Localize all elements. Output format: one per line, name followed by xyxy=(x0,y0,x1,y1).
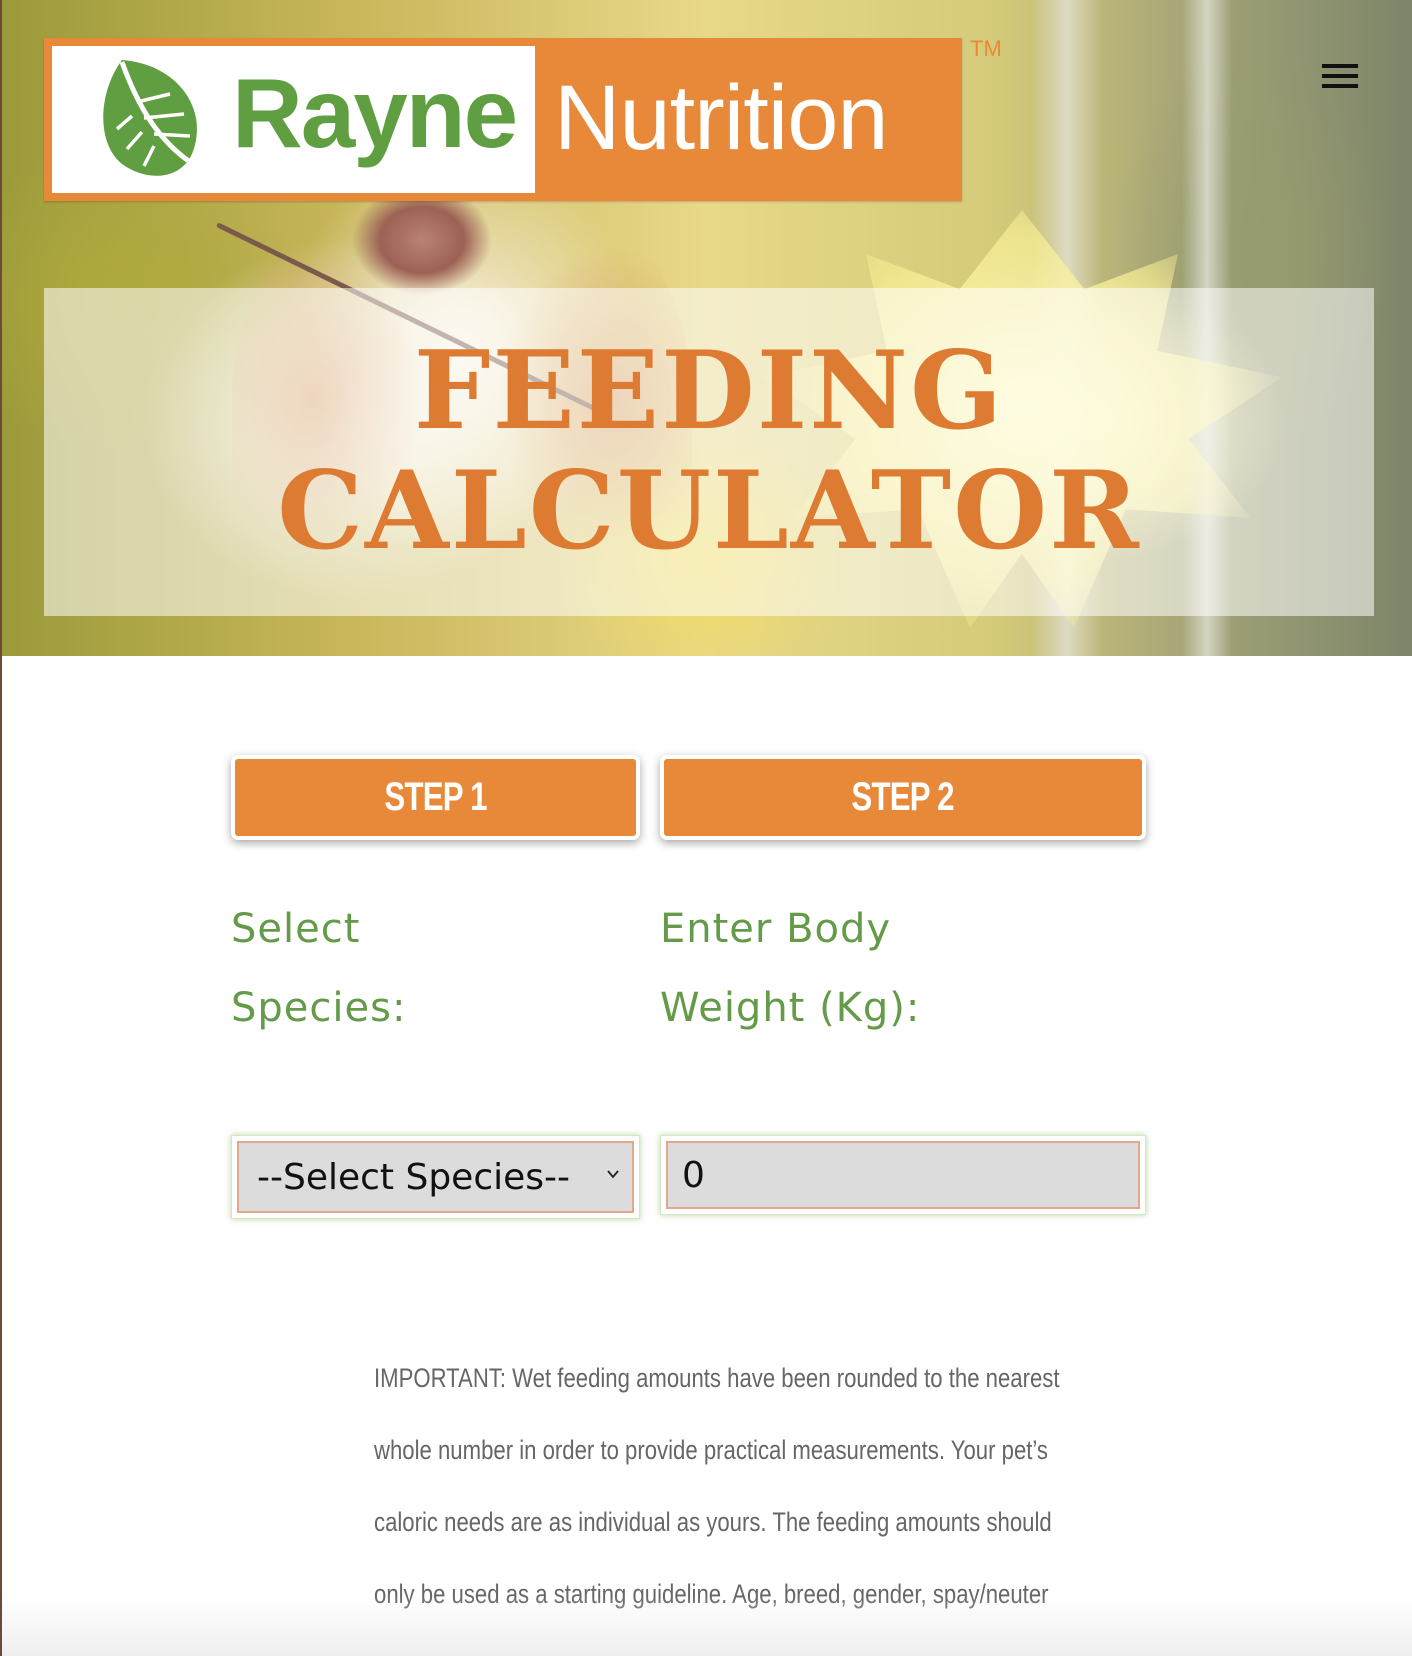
menu-bar xyxy=(1322,74,1358,78)
page-title-line1: FEEDING xyxy=(413,328,1005,454)
species-select-frame: --Select Species-- xyxy=(231,1135,640,1219)
content-sheet: Rayne Nutrition TM FEEDING CALCULATOR ST… xyxy=(0,0,1412,1656)
weight-input-frame xyxy=(660,1135,1146,1215)
menu-bar xyxy=(1322,84,1358,88)
weight-input[interactable] xyxy=(666,1141,1140,1209)
step-1-button[interactable]: STEP 1 xyxy=(231,755,640,840)
page: Rayne Nutrition TM FEEDING CALCULATOR ST… xyxy=(0,0,1412,1656)
logo-white-panel: Rayne xyxy=(52,46,535,193)
species-prompt-line2: Species: xyxy=(231,985,407,1031)
leaf-logo-icon xyxy=(103,60,197,176)
notice-line: IMPORTANT: Wet feeding amounts have been… xyxy=(374,1363,1060,1393)
weight-prompt: Enter Body Weight (Kg): xyxy=(660,890,1140,1048)
notice-line: whole number in order to provide practic… xyxy=(374,1435,1049,1465)
step-2-button[interactable]: STEP 2 xyxy=(660,755,1146,840)
page-title-panel: FEEDING CALCULATOR xyxy=(44,288,1374,616)
step-1-label: STEP 1 xyxy=(384,775,487,819)
species-select-value: --Select Species-- xyxy=(257,1156,571,1198)
weight-prompt-line1: Enter Body xyxy=(660,906,892,952)
logo-text-rayne: Rayne xyxy=(232,58,518,168)
bottom-fade xyxy=(2,1596,1412,1656)
weight-prompt-line2: Weight (Kg): xyxy=(660,985,921,1031)
trademark-mark: TM xyxy=(970,36,1002,61)
important-notice: IMPORTANT: Wet feeding amounts have been… xyxy=(374,1342,1060,1630)
hero-banner: Rayne Nutrition TM FEEDING CALCULATOR xyxy=(2,0,1412,656)
hamburger-menu-icon[interactable] xyxy=(1320,62,1360,92)
chevron-down-icon xyxy=(607,1170,619,1179)
step-2-label: STEP 2 xyxy=(851,775,955,819)
notice-line: caloric needs are as individual as yours… xyxy=(374,1507,1052,1537)
brand-logo[interactable]: Rayne Nutrition xyxy=(44,38,962,201)
species-prompt: Select Species: xyxy=(231,890,631,1048)
species-select[interactable]: --Select Species-- xyxy=(237,1141,634,1213)
logo-text-nutrition: Nutrition xyxy=(554,67,889,169)
menu-bar xyxy=(1322,64,1358,68)
species-prompt-line1: Select xyxy=(231,906,361,952)
page-title-line2: CALCULATOR xyxy=(277,448,1141,574)
